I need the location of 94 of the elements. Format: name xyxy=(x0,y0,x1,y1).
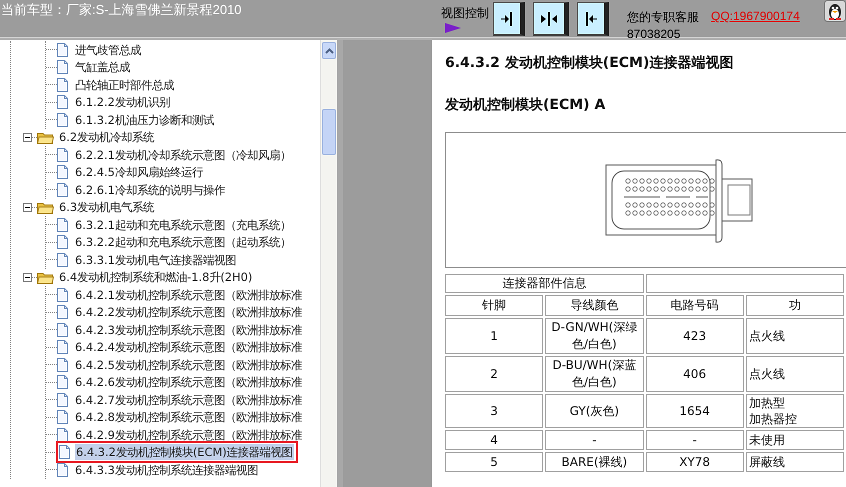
tree-item[interactable]: 6.3.3.1发动机电气连接器端视图 xyxy=(74,252,237,268)
contact-label: 您的专职客服 xyxy=(627,9,699,26)
view-layout-button[interactable] xyxy=(493,2,525,36)
tree-item[interactable]: 6.2.4.5冷却风扇始终运行 xyxy=(74,164,204,180)
tree-item[interactable]: 6.4发动机控制系统和燃油-1.8升(2H0) xyxy=(58,269,254,286)
document-icon xyxy=(57,340,68,354)
table-cell: 1 xyxy=(445,318,544,354)
penguin-icon[interactable] xyxy=(824,0,846,22)
column-header: 电路号码 xyxy=(646,295,744,316)
tree-item[interactable]: 6.4.2.5发动机控制系统示意图（欧洲排放标准 xyxy=(74,356,303,373)
tree-item[interactable]: 6.3发动机电气系统 xyxy=(58,199,156,216)
document-icon xyxy=(57,235,68,250)
document-icon xyxy=(57,375,68,390)
scroll-up-button[interactable] xyxy=(322,42,336,59)
triangle-icon xyxy=(444,22,462,34)
table-cell: 点火线 xyxy=(746,356,844,392)
table-cell: D-GN/WH(深绿色/白色) xyxy=(545,318,644,354)
folder-icon xyxy=(37,200,54,214)
table-cell: 点火线 xyxy=(746,318,844,354)
tree-item[interactable]: 6.4.2.2发动机控制系统示意图（欧洲排放标准 xyxy=(74,304,303,320)
tree-item[interactable]: 6.4.2.6发动机控制系统示意图（欧洲排放标准 xyxy=(74,374,303,390)
tree-item[interactable]: 凸轮轴正时部件总成 xyxy=(74,76,175,93)
tree-item[interactable]: 6.4.3.3发动机控制系统连接器端视图 xyxy=(74,462,259,478)
document-icon xyxy=(57,42,68,57)
document-icon xyxy=(57,428,68,442)
subsection-title: 发动机控制模块(ECM) A xyxy=(445,96,606,115)
tree-item[interactable]: 6.4.2.3发动机控制系统示意图（欧洲排放标准 xyxy=(74,322,303,338)
document-icon xyxy=(57,78,68,92)
tree-item[interactable]: 6.4.2.7发动机控制系统示意图（欧洲排放标准 xyxy=(74,392,303,408)
document-icon xyxy=(57,305,68,320)
document-icon xyxy=(57,182,68,197)
document-icon xyxy=(57,148,68,162)
table-cell: BARE(裸线) xyxy=(545,452,644,472)
document-icon xyxy=(59,445,70,460)
column-header: 导线颜色 xyxy=(545,295,644,316)
table-cell: 1654 xyxy=(646,394,744,428)
document-icon xyxy=(57,358,68,372)
document-icon xyxy=(57,165,68,180)
collapse-icon[interactable] xyxy=(23,202,32,212)
tree-item[interactable]: 6.3.2.2起动和充电系统示意图（起动系统） xyxy=(74,234,292,250)
table-cell: GY(灰色) xyxy=(545,394,644,428)
tree-item[interactable]: 6.4.2.1发动机控制系统示意图（欧洲排放标准 xyxy=(74,286,303,303)
tree-item[interactable]: 6.2发动机冷却系统 xyxy=(58,129,156,146)
document-icon xyxy=(57,392,68,407)
view-layout-button[interactable] xyxy=(533,2,569,36)
table-cell: 未使用 xyxy=(746,430,844,450)
scrollbar-thumb[interactable] xyxy=(322,109,336,155)
document-icon xyxy=(57,288,68,302)
folder-icon xyxy=(37,130,54,144)
tree-item[interactable]: 6.2.6.1冷却系统的说明与操作 xyxy=(74,182,226,198)
vehicle-title: 当前车型：厂家:S-上海雪佛兰新景程2010 xyxy=(0,1,243,19)
table-cell: 3 xyxy=(445,394,544,428)
cell-line: 加热器控 xyxy=(748,411,797,427)
view-layout-button[interactable] xyxy=(577,2,609,36)
document-icon xyxy=(57,462,68,477)
table-cell: 屏蔽线 xyxy=(746,452,844,472)
tree-item[interactable]: 6.4.2.8发动机控制系统示意图（欧洲排放标准 xyxy=(74,409,303,426)
scrollbar[interactable] xyxy=(320,40,337,487)
caret-up-icon xyxy=(324,48,334,54)
table-cell: 5 xyxy=(445,452,544,472)
collapse-icon[interactable] xyxy=(23,272,32,282)
tree-item[interactable]: 6.4.3.2发动机控制模块(ECM)连接器端视图 xyxy=(75,444,294,460)
document-icon xyxy=(57,252,68,267)
document-icon xyxy=(57,218,68,232)
tree-item[interactable]: 6.3.2.1起动和充电系统示意图（充电系统） xyxy=(74,216,292,233)
document-icon xyxy=(57,322,68,337)
view-control-label: 视图控制 xyxy=(441,5,489,22)
table-cell: D-BU/WH(深蓝色/白色) xyxy=(545,356,644,392)
tree-item[interactable]: 6.1.3.2机油压力诊断和测试 xyxy=(74,112,215,128)
table-cell: - xyxy=(646,430,744,450)
folder-icon xyxy=(37,270,54,284)
table-cell: 423 xyxy=(646,318,744,354)
collapse-icon[interactable] xyxy=(23,132,32,142)
document-icon xyxy=(57,60,68,74)
table-cell: 2 xyxy=(445,356,544,392)
tree-item[interactable]: 6.2.2.1发动机冷却系统示意图（冷却风扇） xyxy=(74,146,292,163)
column-header: 功 xyxy=(746,295,844,316)
tree-item[interactable]: 6.4.2.4发动机控制系统示意图（欧洲排放标准 xyxy=(74,339,303,356)
tree-item[interactable]: 进气歧管总成 xyxy=(74,42,142,58)
document-icon xyxy=(57,410,68,424)
tree-item[interactable]: 气缸盖总成 xyxy=(74,59,131,76)
cell-line: 加热型 xyxy=(748,395,785,411)
table-cell: 4 xyxy=(445,430,544,450)
table-cell: - xyxy=(545,430,644,450)
table-cell: XY78 xyxy=(646,452,744,472)
document-icon xyxy=(57,95,68,110)
table-cell: 406 xyxy=(646,356,744,392)
column-header: 针脚 xyxy=(445,295,544,316)
document-icon xyxy=(57,112,68,127)
section-title: 6.4.3.2 发动机控制模块(ECM)连接器端视图 xyxy=(445,54,734,73)
tree-item[interactable]: 6.4.2.9发动机控制系统示意图（欧洲排放标准 xyxy=(74,426,303,443)
table-group-header: 连接器部件信息 xyxy=(445,274,644,293)
tree-item[interactable]: 6.1.2.2发动机识别 xyxy=(74,94,171,110)
phone-number: 87038205 xyxy=(627,27,682,41)
